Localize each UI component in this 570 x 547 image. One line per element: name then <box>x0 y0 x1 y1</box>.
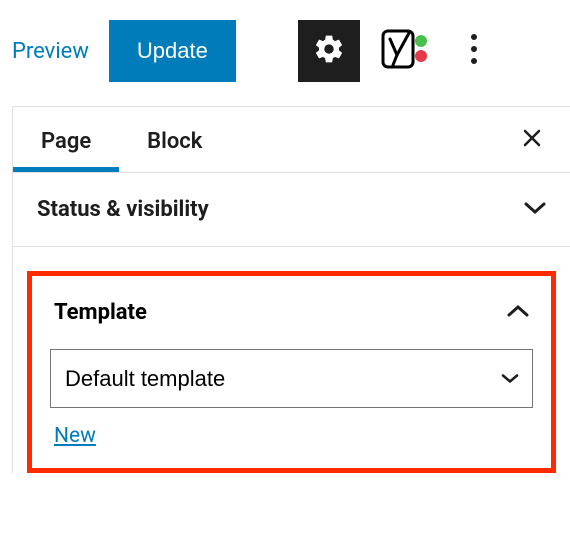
yoast-icon <box>380 25 428 77</box>
chevron-up-icon <box>507 303 529 322</box>
preview-link[interactable]: Preview <box>10 33 91 70</box>
gear-icon <box>313 33 345 69</box>
yoast-button[interactable] <box>378 25 430 77</box>
status-visibility-title: Status & visibility <box>37 197 209 222</box>
template-title: Template <box>54 300 147 325</box>
chevron-down-icon <box>524 200 546 219</box>
more-options-button[interactable] <box>454 26 494 76</box>
tab-page[interactable]: Page <box>13 107 119 172</box>
more-vertical-icon <box>470 33 478 69</box>
template-section-header[interactable]: Template <box>48 292 535 349</box>
settings-button[interactable] <box>298 20 360 82</box>
new-template-link[interactable]: New <box>48 420 102 452</box>
status-visibility-section[interactable]: Status & visibility <box>13 173 570 247</box>
template-select-wrap: Default template <box>50 349 533 408</box>
template-section-highlight: Template Default template New <box>27 271 556 473</box>
panel-tabs: Page Block <box>13 107 570 173</box>
update-button[interactable]: Update <box>109 20 236 82</box>
template-select[interactable]: Default template <box>50 349 533 408</box>
tab-block[interactable]: Block <box>119 107 230 172</box>
close-panel-button[interactable] <box>510 116 554 164</box>
settings-panel: Page Block Status & visibility Template <box>12 106 570 473</box>
close-icon <box>520 135 544 154</box>
editor-toolbar: Preview Update <box>0 0 570 106</box>
